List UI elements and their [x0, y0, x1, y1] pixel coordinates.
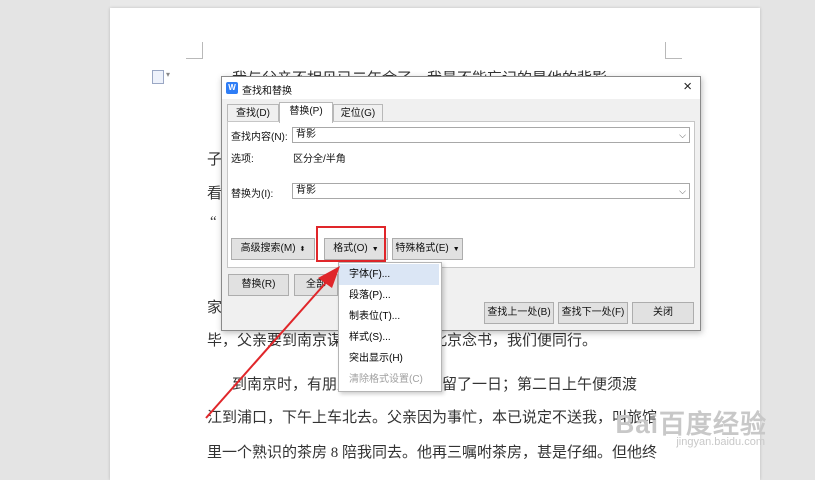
special-format-label: 特殊格式(E) — [395, 243, 449, 254]
doc-line-5: 家 — [207, 300, 223, 316]
menu-item-clear-format: 清除格式设置(C) — [349, 374, 423, 385]
find-input[interactable]: 背影 ⌵ — [292, 127, 690, 143]
replace-button[interactable]: 替换(R) — [228, 274, 289, 296]
menu-item-paragraph[interactable]: 段落(P)... — [339, 285, 439, 306]
doc-line-4: “ — [210, 214, 217, 230]
document-icon[interactable] — [152, 70, 164, 84]
advanced-search-button[interactable]: 高级搜索(M) ⬍ — [231, 238, 315, 260]
chevron-down-icon[interactable]: ⌵ — [679, 184, 686, 198]
options-label: 选项: — [231, 154, 254, 165]
tab-goto[interactable]: 定位(G) — [333, 104, 383, 122]
close-icon[interactable]: × — [683, 78, 692, 95]
close-button[interactable]: 关闭 — [632, 302, 694, 324]
watermark-url: jingyan.baidu.com — [676, 436, 765, 448]
wps-writer-icon: W — [226, 82, 238, 94]
find-next-button[interactable]: 查找下一处(F) — [558, 302, 628, 324]
advanced-search-label: 高级搜索(M) — [240, 243, 296, 254]
dialog-titlebar[interactable]: W 查找和替换 × — [222, 77, 700, 99]
menu-item-highlight[interactable]: 突出显示(H) — [339, 348, 439, 369]
replace-panel: 查找内容(N): 背影 ⌵ 选项: 区分全/半角 替换为(I): 背影 ⌵ 高级… — [227, 121, 695, 268]
find-previous-button[interactable]: 查找上一处(B) — [484, 302, 554, 324]
replace-input[interactable]: 背影 ⌵ — [292, 183, 690, 199]
options-value: 区分全/半角 — [293, 154, 346, 165]
tab-replace[interactable]: 替换(P) — [279, 102, 333, 123]
tab-find[interactable]: 查找(D) — [227, 104, 279, 122]
find-replace-dialog: W 查找和替换 × 查找(D) 替换(P) 定位(G) 查找内容(N): 背影 … — [221, 76, 701, 331]
workspace-left — [0, 0, 110, 480]
find-label: 查找内容(N): — [231, 132, 288, 143]
caret-down-icon: ▼ — [452, 246, 460, 253]
doc-line-9: 里一个熟识的茶房 8 陪我同去。他再三嘱咐茶房，甚是仔细。但他终 — [207, 445, 658, 461]
doc-line-8: 江到浦口，下午上车北去。父亲因为事忙，本已说定不送我，叫旅馆 — [207, 410, 658, 426]
doc-line-3: 看 — [207, 186, 223, 202]
expand-icon: ⬍ — [299, 246, 306, 253]
format-highlight-box — [316, 226, 386, 262]
chevron-down-icon[interactable]: ⌵ — [679, 128, 686, 142]
workspace-right — [760, 0, 815, 480]
doc-line-2: 子 — [207, 152, 223, 168]
margin-corner-top-left — [186, 42, 203, 59]
special-format-button[interactable]: 特殊格式(E) ▼ — [392, 238, 463, 260]
chevron-down-icon[interactable]: ▾ — [166, 70, 170, 79]
margin-corner-top-right — [665, 42, 682, 59]
find-value: 背影 — [296, 129, 316, 140]
replace-label: 替换为(I): — [231, 189, 274, 200]
menu-item-font[interactable]: 字体(F)... — [339, 264, 439, 285]
dialog-title: 查找和替换 — [242, 86, 292, 97]
menu-item-style[interactable]: 样式(S)... — [339, 327, 439, 348]
format-menu: 字体(F)... 段落(P)... 制表位(T)... 样式(S)... 突出显… — [338, 262, 442, 392]
menu-item-tabs[interactable]: 制表位(T)... — [339, 306, 439, 327]
replace-value: 背影 — [296, 185, 316, 196]
replace-all-button[interactable]: 全部 — [294, 274, 338, 296]
